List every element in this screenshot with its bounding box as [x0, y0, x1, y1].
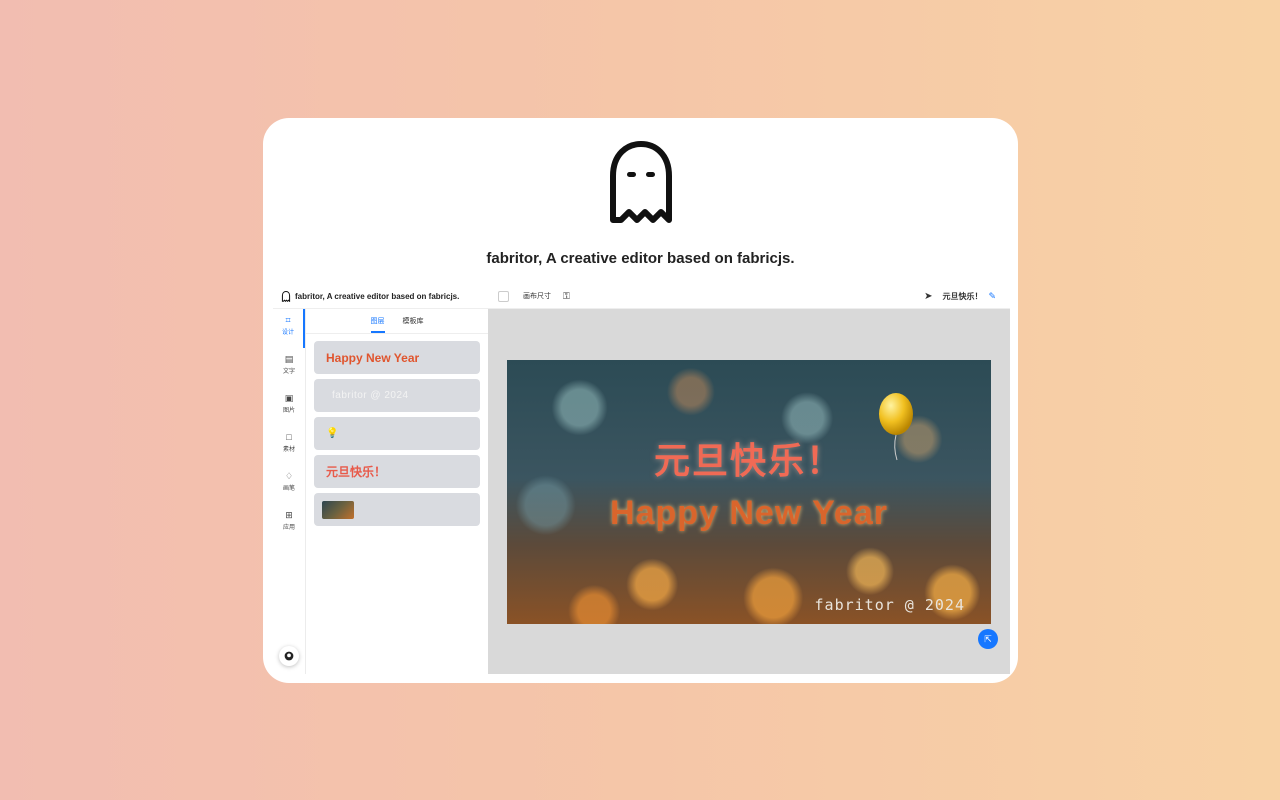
layers-panel: 图层 模板库 Happy New Year fabritor @ 2024 💡 … [306, 309, 488, 674]
nav-label: 素材 [282, 447, 295, 453]
workspace: 元旦快乐！ Happy New Year fabritor @ 2024 ⇱ [488, 309, 1010, 674]
balloon-icon: 💡 [326, 428, 339, 439]
nav-label: 图片 [282, 408, 295, 414]
layer-label: 元旦快乐！ [326, 465, 387, 479]
promo-card: fabritor, A creative editor based on fab… [263, 118, 1018, 683]
hero-title: fabritor, A creative editor based on fab… [486, 250, 795, 267]
export-icon: ⇱ [984, 633, 992, 644]
tab-layers[interactable]: 图层 [370, 310, 385, 333]
nav-item-apps[interactable]: ⊞ 应用 [273, 504, 305, 543]
brush-icon: ♢ [284, 471, 294, 481]
export-button[interactable]: ⇱ [978, 629, 998, 649]
github-button[interactable] [279, 646, 299, 666]
editor-screenshot: fabritor, A creative editor based on fab… [273, 284, 1010, 674]
apps-icon: ⊞ [285, 510, 293, 520]
nav-item-brush[interactable]: ♢ 画笔 [273, 465, 305, 504]
app-header: fabritor, A creative editor based on fab… [273, 284, 488, 309]
app-title: fabritor, A creative editor based on fab… [295, 291, 460, 301]
layer-item[interactable]: 💡 [314, 417, 480, 450]
ghost-icon [610, 141, 672, 223]
export-settings-icon[interactable]: ⚿ [563, 291, 570, 302]
text-icon: ▤ [284, 354, 294, 364]
nav-item-design[interactable]: ⌗ 设计 [273, 309, 305, 348]
panel-tabs: 图层 模板库 [306, 309, 488, 334]
image-icon: ▣ [284, 393, 294, 403]
nav-label: 画笔 [282, 486, 295, 492]
layer-label: Happy New Year [326, 350, 420, 365]
layer-list: Happy New Year fabritor @ 2024 💡 元旦快乐！ [306, 334, 488, 538]
tab-templates[interactable]: 模板库 [403, 316, 424, 326]
nav-item-image[interactable]: ▣ 图片 [273, 387, 305, 426]
github-icon [284, 651, 294, 661]
selected-layer-name: 元旦快乐！ [942, 291, 983, 301]
layer-item[interactable] [314, 493, 480, 526]
design-icon: ⌗ [285, 315, 291, 325]
shape-icon: □ [286, 432, 292, 442]
layer-item[interactable]: Happy New Year [314, 341, 480, 374]
canvas-watermark: fabritor @ 2024 [814, 596, 965, 614]
nav-label: 设计 [281, 330, 294, 336]
canvas-en-title: Happy New Year [610, 494, 888, 532]
ghost-icon [281, 290, 291, 302]
design-canvas[interactable]: 元旦快乐！ Happy New Year fabritor @ 2024 [507, 360, 991, 624]
nav-label: 文字 [282, 369, 295, 375]
canvas-color-swatch[interactable] [498, 290, 509, 302]
toolbar: 画布尺寸 ⚿ ➤ 元旦快乐！ ✎ [488, 284, 1010, 309]
canvas-size-button[interactable]: 画布尺寸 [523, 291, 551, 301]
nav-item-shape[interactable]: □ 素材 [273, 426, 305, 465]
nav-item-text[interactable]: ▤ 文字 [273, 348, 305, 387]
background-thumbnail [322, 500, 354, 519]
canvas-cn-title: 元旦快乐！ [653, 441, 844, 482]
pencil-icon[interactable]: ✎ [988, 291, 996, 302]
layer-item[interactable]: fabritor @ 2024 [314, 379, 480, 412]
cursor-icon[interactable]: ➤ [924, 291, 932, 302]
layer-item[interactable]: 元旦快乐！ [314, 455, 480, 488]
nav-label: 应用 [282, 525, 295, 531]
side-nav: ⌗ 设计 ▤ 文字 ▣ 图片 □ 素材 ♢ 画笔 ⊞ 应用 [273, 309, 306, 674]
layer-label: fabritor @ 2024 [332, 390, 409, 401]
